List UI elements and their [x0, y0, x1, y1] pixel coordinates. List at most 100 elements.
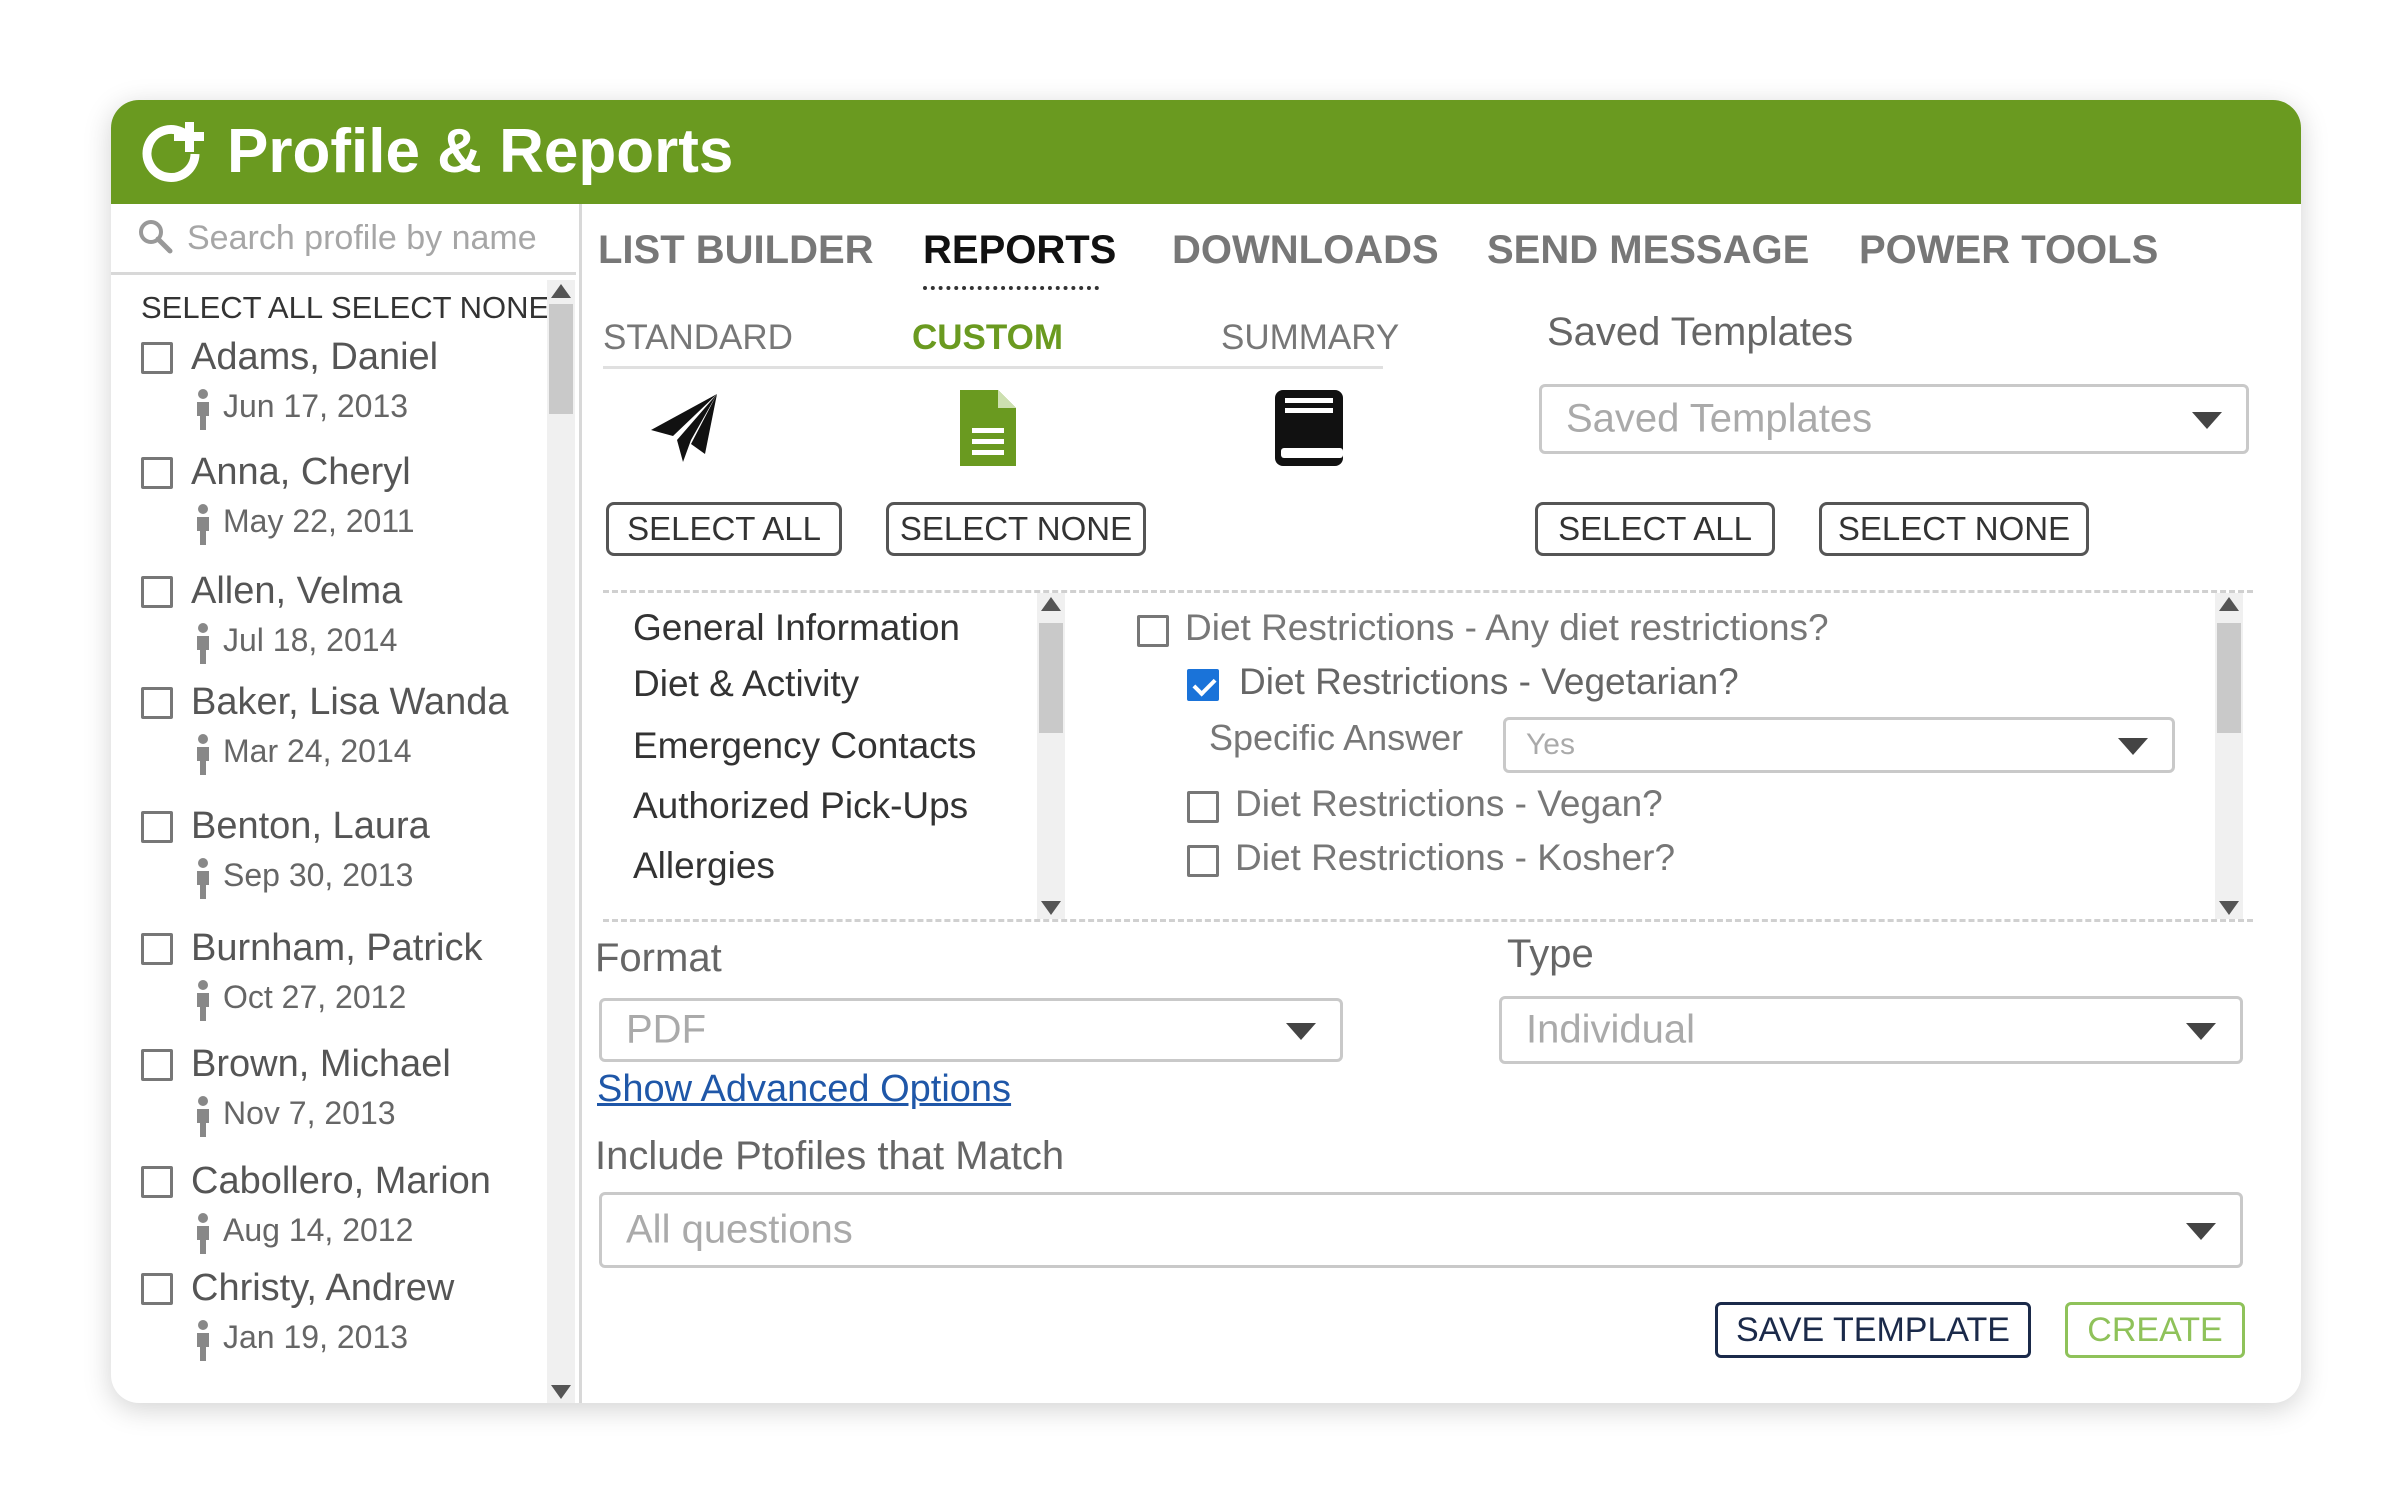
profile-name: Cabollero, Marion: [191, 1160, 491, 1202]
person-icon: [193, 733, 213, 775]
profile-date: Sep 30, 2013: [223, 857, 414, 893]
question-panel: General Information Diet & Activity Emerge…: [603, 590, 2253, 922]
subtab-standard[interactable]: STANDARD: [603, 318, 793, 358]
person-icon: [193, 388, 213, 430]
chevron-down-icon: [2186, 1023, 2216, 1040]
format-label: Format: [595, 936, 722, 980]
header-bar: Profile & Reports: [111, 100, 2301, 204]
person-icon: [193, 857, 213, 899]
profile-name: Brown, Michael: [191, 1043, 451, 1085]
sidebar-scrollbar[interactable]: [547, 280, 575, 1403]
save-template-button[interactable]: SAVE TEMPLATE: [1715, 1302, 2031, 1358]
type-select[interactable]: Individual: [1499, 996, 2243, 1064]
profile-list-item[interactable]: Baker, Lisa Wanda Mar 24, 2014: [141, 681, 541, 781]
profile-list-item[interactable]: Brown, Michael Nov 7, 2013: [141, 1043, 541, 1143]
paper-plane-icon[interactable]: [647, 390, 723, 466]
profile-date: Jun 17, 2013: [223, 388, 409, 424]
templates-select-none-button[interactable]: SELECT NONE: [1819, 502, 2089, 556]
profile-list-item[interactable]: Burnham, Patrick Oct 27, 2012: [141, 927, 541, 1027]
profile-date: Jul 18, 2014: [223, 622, 398, 658]
saved-templates-value: Saved Templates: [1566, 396, 1873, 441]
category-scrollbar[interactable]: [1037, 593, 1065, 919]
profile-list-item[interactable]: Benton, Laura Sep 30, 2013: [141, 805, 541, 905]
profile-list-item[interactable]: Anna, Cheryl May 22, 2011: [141, 451, 541, 551]
templates-select-all-button[interactable]: SELECT ALL: [1535, 502, 1775, 556]
scroll-up-arrow-icon[interactable]: [551, 284, 571, 298]
book-icon[interactable]: [1273, 388, 1345, 468]
q2-checkbox[interactable]: [1187, 669, 1219, 701]
scroll-down-arrow-icon[interactable]: [1041, 901, 1061, 915]
subtab-custom[interactable]: CUSTOM: [912, 318, 1063, 358]
profile-checkbox[interactable]: [141, 687, 173, 719]
sidebar-select-none-link[interactable]: SELECT NONE: [331, 290, 549, 326]
questions-scrollbar[interactable]: [2215, 593, 2243, 919]
profile-list-item[interactable]: Adams, Daniel Jun 17, 2013: [141, 336, 541, 436]
specific-answer-select[interactable]: Yes: [1503, 717, 2175, 773]
profile-checkbox[interactable]: [141, 457, 173, 489]
saved-templates-label: Saved Templates: [1547, 310, 1854, 354]
create-button[interactable]: CREATE: [2065, 1302, 2245, 1358]
profile-name: Baker, Lisa Wanda: [191, 681, 509, 723]
category-item[interactable]: Emergency Contacts: [633, 725, 976, 767]
sidebar-scroll-thumb[interactable]: [549, 304, 573, 414]
profile-list-item[interactable]: Cabollero, Marion Aug 14, 2012: [141, 1160, 541, 1260]
q3-checkbox[interactable]: [1187, 791, 1219, 823]
category-scroll-thumb[interactable]: [1039, 623, 1063, 733]
category-item[interactable]: Diet & Activity: [633, 663, 859, 705]
profile-date: Jan 19, 2013: [223, 1319, 409, 1355]
profile-name: Benton, Laura: [191, 805, 430, 847]
scroll-up-arrow-icon[interactable]: [2219, 597, 2239, 611]
profile-checkbox[interactable]: [141, 1273, 173, 1305]
search-bar: [111, 204, 576, 275]
match-select[interactable]: All questions: [599, 1192, 2243, 1268]
report-select-all-button[interactable]: SELECT ALL: [606, 502, 842, 556]
person-icon: [193, 622, 213, 664]
match-value: All questions: [626, 1207, 853, 1252]
scroll-down-arrow-icon[interactable]: [2219, 901, 2239, 915]
category-item[interactable]: Allergies: [633, 845, 775, 887]
profile-checkbox[interactable]: [141, 933, 173, 965]
chevron-down-icon: [2118, 738, 2148, 755]
q1-checkbox[interactable]: [1137, 615, 1169, 647]
tab-downloads[interactable]: DOWNLOADS: [1172, 228, 1439, 273]
q1-label: Diet Restrictions - Any diet restriction…: [1185, 607, 1829, 648]
search-input[interactable]: [185, 210, 569, 266]
tab-reports[interactable]: REPORTS: [923, 228, 1116, 273]
profile-checkbox[interactable]: [141, 1166, 173, 1198]
person-icon: [193, 979, 213, 1021]
questions-scroll-thumb[interactable]: [2217, 623, 2241, 733]
profile-list-item[interactable]: Allen, Velma Jul 18, 2014: [141, 570, 541, 670]
q4-checkbox[interactable]: [1187, 845, 1219, 877]
sidebar-select-all-link[interactable]: SELECT ALL: [141, 290, 323, 326]
app-window: Profile & Reports SELECT ALL SELECT NONE…: [111, 100, 2301, 1403]
document-icon[interactable]: [958, 388, 1018, 468]
type-label: Type: [1507, 932, 1594, 976]
profile-checkbox[interactable]: [141, 576, 173, 608]
profile-date: May 22, 2011: [223, 503, 415, 539]
show-advanced-options-link[interactable]: Show Advanced Options: [597, 1068, 1011, 1111]
q4-label: Diet Restrictions - Kosher?: [1235, 837, 1676, 878]
profile-name: Allen, Velma: [191, 570, 403, 612]
subtab-summary[interactable]: SUMMARY: [1221, 318, 1399, 358]
format-select[interactable]: PDF: [599, 998, 1343, 1062]
q2-label: Diet Restrictions - Vegetarian?: [1239, 661, 1739, 702]
app-title: Profile & Reports: [227, 117, 734, 186]
search-icon: [139, 220, 173, 254]
person-icon: [193, 1319, 213, 1361]
category-item[interactable]: Authorized Pick-Ups: [633, 785, 968, 827]
profile-checkbox[interactable]: [141, 342, 173, 374]
tab-list-builder[interactable]: LIST BUILDER: [598, 228, 874, 273]
profile-date: Nov 7, 2013: [223, 1095, 396, 1131]
scroll-down-arrow-icon[interactable]: [551, 1385, 571, 1399]
profile-list-item[interactable]: Christy, Andrew Jan 19, 2013: [141, 1267, 541, 1367]
active-tab-underline: [923, 286, 1099, 290]
category-item[interactable]: General Information: [633, 607, 960, 649]
report-select-none-button[interactable]: SELECT NONE: [886, 502, 1146, 556]
profile-checkbox[interactable]: [141, 811, 173, 843]
scroll-up-arrow-icon[interactable]: [1041, 597, 1061, 611]
saved-templates-select[interactable]: Saved Templates: [1539, 384, 2249, 454]
profile-checkbox[interactable]: [141, 1049, 173, 1081]
tab-send-message[interactable]: SEND MESSAGE: [1487, 228, 1809, 273]
tab-power-tools[interactable]: POWER TOOLS: [1859, 228, 2158, 273]
profile-name: Burnham, Patrick: [191, 927, 483, 969]
